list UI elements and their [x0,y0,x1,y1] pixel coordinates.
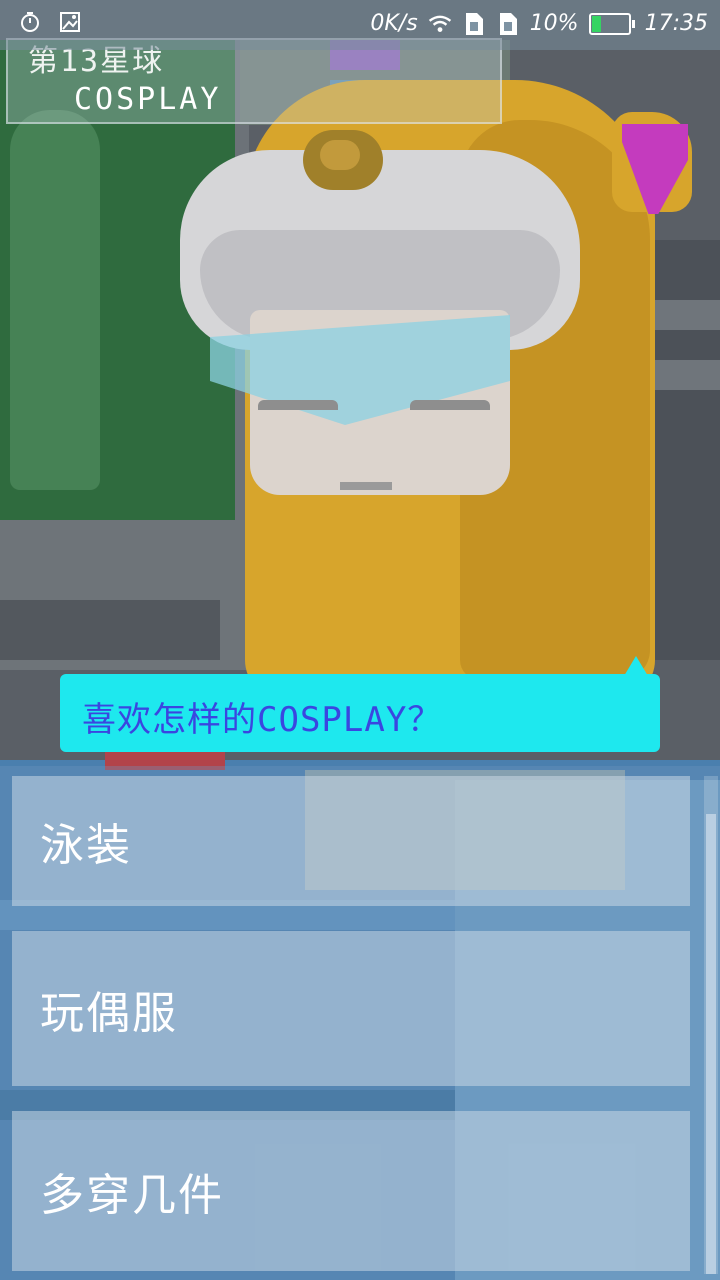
wifi-icon [428,12,452,36]
sim2-icon [496,12,520,36]
status-bar: 0K/s 10% 17:35 [0,0,720,50]
speech-bubble: 喜欢怎样的COSPLAY？ [60,674,660,752]
tank-silhouette [10,110,100,490]
dialog-question: 喜欢怎样的COSPLAY？ [82,700,443,740]
choice-option-3[interactable]: 多穿几件 [12,1111,690,1271]
battery-percent: 10% [529,11,579,36]
timer-icon [18,10,42,34]
battery-charging-icon [588,12,635,35]
clock: 17:35 [644,11,708,36]
bubble-tail [624,656,648,676]
choices-panel: 泳装 玩偶服 多穿几件 [0,766,720,1280]
sim1-icon [462,12,486,36]
tank-base-shadow [0,600,220,660]
stage-subtitle: COSPLAY [74,82,222,117]
battery-fill [591,15,601,32]
character-bolt-highlight [320,140,360,170]
stage-title-plate: 第13星球 COSPLAY [6,38,502,124]
scrollbar-thumb[interactable] [706,814,716,1274]
choice-label: 泳装 [40,820,132,871]
choice-option-1[interactable]: 泳装 [12,776,690,906]
character-eye-right [410,400,490,410]
choice-label: 多穿几件 [40,1170,224,1221]
choice-label: 玩偶服 [40,987,178,1039]
character-eye-left [258,400,338,410]
image-icon [58,10,82,34]
character-mouth [340,482,392,490]
choice-option-2[interactable]: 玩偶服 [12,931,690,1086]
network-speed: 0K/s [370,11,418,36]
